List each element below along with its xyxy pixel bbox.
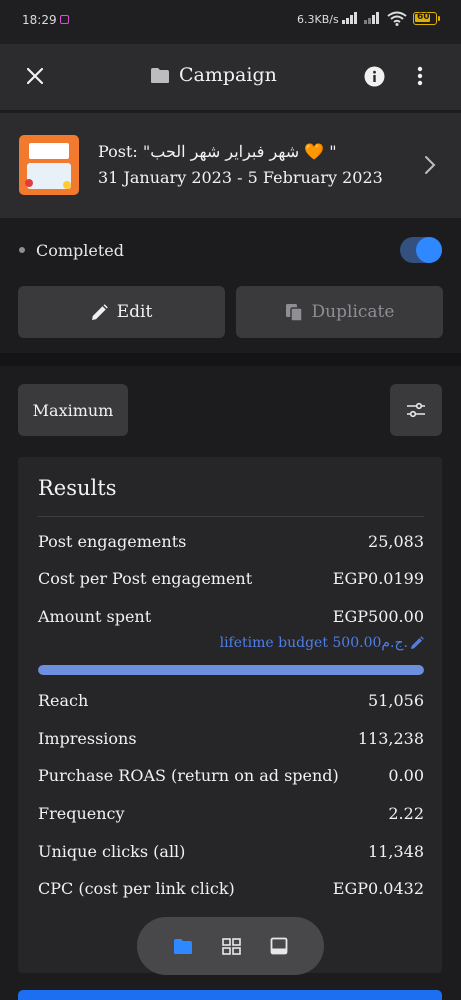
- status-time: 18:29: [22, 13, 57, 27]
- campaign-toggle[interactable]: [400, 237, 442, 263]
- maximum-label: Maximum: [32, 400, 114, 420]
- pencil-icon: [411, 636, 424, 649]
- metric-value: 51,056: [368, 691, 424, 710]
- section-divider: [0, 353, 461, 366]
- more-vert-icon[interactable]: [417, 66, 423, 86]
- metric-row: Impressions 113,238: [38, 729, 424, 753]
- pencil-icon: [91, 303, 108, 320]
- grid-nav-icon[interactable]: [222, 937, 241, 956]
- toggle-knob: [416, 237, 442, 263]
- lifetime-budget-link[interactable]: lifetime budget 500.00ج.م.: [220, 635, 424, 651]
- maximum-button[interactable]: Maximum: [18, 384, 128, 436]
- duplicate-button[interactable]: Duplicate: [236, 286, 443, 338]
- wifi-icon: [387, 11, 407, 26]
- metric-value: 113,238: [357, 729, 424, 748]
- post-date-range: 31 January 2023 - 5 February 2023: [98, 168, 383, 187]
- metric-row: Frequency 2.22: [38, 804, 424, 828]
- filter-button[interactable]: [390, 384, 442, 436]
- post-thumbnail: [19, 135, 79, 195]
- post-title: Post: "شهر فبراير شهر الحب 🧡 ": [98, 142, 337, 161]
- metric-value: EGP500.00: [332, 607, 424, 626]
- results-title: Results: [38, 476, 117, 500]
- metric-row: Unique clicks (all) 11,348: [38, 842, 424, 866]
- metric-row: Cost per Post engagement EGP0.0199: [38, 569, 424, 593]
- battery-level: 60: [417, 12, 430, 22]
- duplicate-label: Duplicate: [311, 302, 395, 322]
- status-label: Completed: [36, 241, 125, 260]
- folder-nav-icon[interactable]: [173, 938, 193, 955]
- metric-value: 11,348: [368, 842, 424, 861]
- status-indicator-icon: [19, 247, 25, 253]
- metric-label: Frequency: [38, 804, 125, 823]
- metric-label: Amount spent: [38, 607, 152, 626]
- edit-label: Edit: [116, 302, 153, 322]
- post-card[interactable]: Post: "شهر فبراير شهر الحب 🧡 " 31 Januar…: [0, 113, 461, 218]
- page-title: Campaign: [179, 64, 277, 86]
- info-icon[interactable]: [364, 66, 385, 87]
- status-bar: 18:29 6.3KB/s 60: [0, 0, 461, 44]
- budget-progress-fill: [38, 665, 424, 675]
- metric-label: Post engagements: [38, 532, 187, 551]
- metric-label: Purchase ROAS (return on ad spend): [38, 766, 339, 785]
- results-card: Results Post engagements 25,083 Cost per…: [18, 457, 442, 973]
- folder-icon: [151, 67, 169, 83]
- bottom-action-button[interactable]: [18, 990, 442, 1000]
- network-speed: 6.3KB/s: [297, 13, 339, 26]
- budget-progress-bar: [38, 665, 424, 675]
- metric-value: EGP0.0199: [332, 569, 424, 588]
- metric-row: Purchase ROAS (return on ad spend) 0.00: [38, 766, 424, 790]
- battery-icon: 60: [413, 12, 440, 25]
- app-bar-title: Campaign: [150, 64, 277, 86]
- ad-nav-icon[interactable]: [270, 937, 288, 955]
- copy-icon: [285, 303, 303, 322]
- edit-button[interactable]: Edit: [18, 286, 225, 338]
- signal-icon: [342, 12, 358, 24]
- campaign-status-row: Completed: [0, 230, 461, 272]
- metric-label: Unique clicks (all): [38, 842, 186, 861]
- metric-row: Amount spent EGP500.00: [38, 607, 424, 631]
- metric-value: EGP0.0432: [332, 879, 424, 898]
- close-icon[interactable]: [24, 65, 46, 87]
- metric-value: 25,083: [368, 532, 424, 551]
- metric-row: Post engagements 25,083: [38, 532, 424, 556]
- app-bar: Campaign: [0, 44, 461, 110]
- results-divider: [38, 516, 424, 517]
- sliders-icon: [407, 402, 425, 418]
- metric-label: CPC (cost per link click): [38, 879, 235, 898]
- signal-icon-2: [364, 12, 380, 24]
- metric-label: Impressions: [38, 729, 137, 748]
- notification-icon: [60, 15, 69, 24]
- chevron-right-icon: [425, 156, 436, 174]
- metric-row: Reach 51,056: [38, 691, 424, 715]
- metric-label: Reach: [38, 691, 89, 710]
- metric-value: 0.00: [388, 766, 424, 785]
- metric-label: Cost per Post engagement: [38, 569, 253, 588]
- budget-text: lifetime budget 500.00ج.م.: [219, 635, 408, 651]
- bottom-nav: [137, 917, 324, 975]
- metric-value: 2.22: [388, 804, 424, 823]
- metric-row: CPC (cost per link click) EGP0.0432: [38, 879, 424, 903]
